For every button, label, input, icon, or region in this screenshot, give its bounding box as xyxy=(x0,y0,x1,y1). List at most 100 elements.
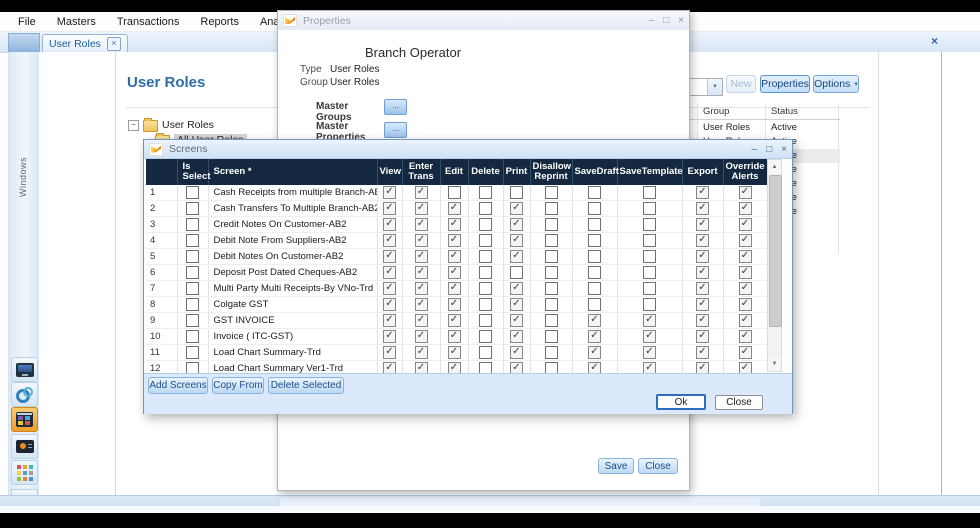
permission-cell[interactable] xyxy=(723,201,767,217)
permission-checkbox[interactable] xyxy=(696,218,709,231)
delete-selected-button[interactable]: Delete Selected xyxy=(268,377,344,394)
column-is-select[interactable]: Is Select xyxy=(177,159,208,185)
permission-checkbox[interactable] xyxy=(479,234,492,247)
permission-checkbox[interactable] xyxy=(696,186,709,199)
is-select-cell[interactable] xyxy=(177,297,208,313)
permission-cell[interactable] xyxy=(440,185,468,201)
permission-cell[interactable] xyxy=(617,217,682,233)
column-savedraft[interactable]: SaveDraft xyxy=(572,159,617,185)
permission-cell[interactable] xyxy=(377,297,402,313)
permission-checkbox[interactable] xyxy=(643,186,656,199)
permission-checkbox[interactable] xyxy=(479,250,492,263)
permission-cell[interactable] xyxy=(440,297,468,313)
is-select-checkbox[interactable] xyxy=(186,202,199,215)
permission-cell[interactable] xyxy=(402,297,440,313)
permission-cell[interactable] xyxy=(530,233,572,249)
permission-cell[interactable] xyxy=(682,329,723,345)
permission-checkbox[interactable] xyxy=(479,314,492,327)
permission-checkbox[interactable] xyxy=(383,346,396,359)
permission-checkbox[interactable] xyxy=(383,202,396,215)
permission-cell[interactable] xyxy=(530,281,572,297)
permission-cell[interactable] xyxy=(682,361,723,374)
permission-checkbox[interactable] xyxy=(448,218,461,231)
minimize-icon[interactable]: – xyxy=(649,15,655,26)
permission-cell[interactable] xyxy=(572,313,617,329)
permission-cell[interactable] xyxy=(723,281,767,297)
permission-cell[interactable] xyxy=(530,185,572,201)
permission-checkbox[interactable] xyxy=(383,250,396,263)
permission-checkbox[interactable] xyxy=(588,186,601,199)
new-button[interactable]: New xyxy=(726,75,756,93)
permission-cell[interactable] xyxy=(468,201,503,217)
permission-cell[interactable] xyxy=(617,297,682,313)
is-select-cell[interactable] xyxy=(177,329,208,345)
permission-cell[interactable] xyxy=(723,249,767,265)
permission-cell[interactable] xyxy=(468,361,503,374)
permission-checkbox[interactable] xyxy=(383,362,396,373)
permission-checkbox[interactable] xyxy=(479,266,492,279)
is-select-cell[interactable] xyxy=(177,217,208,233)
permission-checkbox[interactable] xyxy=(643,282,656,295)
scroll-down-icon[interactable]: ▼ xyxy=(768,357,781,371)
permission-checkbox[interactable] xyxy=(383,266,396,279)
permission-cell[interactable] xyxy=(402,217,440,233)
permission-cell[interactable] xyxy=(617,233,682,249)
minimize-icon[interactable]: – xyxy=(752,144,758,155)
menu-item-transactions[interactable]: Transactions xyxy=(117,16,180,28)
permission-cell[interactable] xyxy=(402,361,440,374)
is-select-checkbox[interactable] xyxy=(186,330,199,343)
master-properties-picker-button[interactable]: ... xyxy=(384,122,407,138)
permission-cell[interactable] xyxy=(377,281,402,297)
permission-cell[interactable] xyxy=(468,329,503,345)
permission-checkbox[interactable] xyxy=(588,330,601,343)
is-select-checkbox[interactable] xyxy=(186,282,199,295)
permission-checkbox[interactable] xyxy=(479,218,492,231)
permission-cell[interactable] xyxy=(468,265,503,281)
close-button[interactable]: Close xyxy=(638,458,678,474)
permission-checkbox[interactable] xyxy=(383,314,396,327)
permission-cell[interactable] xyxy=(468,345,503,361)
permission-checkbox[interactable] xyxy=(510,282,523,295)
permission-checkbox[interactable] xyxy=(448,282,461,295)
permission-checkbox[interactable] xyxy=(448,346,461,359)
permission-checkbox[interactable] xyxy=(448,362,461,373)
permission-checkbox[interactable] xyxy=(643,314,656,327)
permission-cell[interactable] xyxy=(503,233,530,249)
permission-checkbox[interactable] xyxy=(510,362,523,373)
permission-cell[interactable] xyxy=(503,281,530,297)
permission-cell[interactable] xyxy=(503,249,530,265)
permission-cell[interactable] xyxy=(440,281,468,297)
column-screen[interactable]: Screen * xyxy=(208,159,377,185)
permission-checkbox[interactable] xyxy=(545,250,558,263)
permission-cell[interactable] xyxy=(617,361,682,374)
permission-cell[interactable] xyxy=(503,265,530,281)
permission-cell[interactable] xyxy=(572,249,617,265)
permission-checkbox[interactable] xyxy=(448,234,461,247)
permission-cell[interactable] xyxy=(617,313,682,329)
permission-checkbox[interactable] xyxy=(415,330,428,343)
permission-checkbox[interactable] xyxy=(588,218,601,231)
permission-cell[interactable] xyxy=(377,217,402,233)
is-select-checkbox[interactable] xyxy=(186,314,199,327)
permission-cell[interactable] xyxy=(723,345,767,361)
permission-checkbox[interactable] xyxy=(696,298,709,311)
permission-checkbox[interactable] xyxy=(545,362,558,373)
permission-checkbox[interactable] xyxy=(448,202,461,215)
permission-checkbox[interactable] xyxy=(643,250,656,263)
permission-cell[interactable] xyxy=(468,185,503,201)
permission-cell[interactable] xyxy=(440,329,468,345)
table-row[interactable]: 9GST INVOICE xyxy=(146,313,767,329)
column-view[interactable]: View xyxy=(377,159,402,185)
permission-cell[interactable] xyxy=(468,217,503,233)
permission-checkbox[interactable] xyxy=(510,186,523,199)
is-select-cell[interactable] xyxy=(177,361,208,374)
table-row[interactable]: 11Load Chart Summary-Trd xyxy=(146,345,767,361)
permission-cell[interactable] xyxy=(723,297,767,313)
copy-from-button[interactable]: Copy From xyxy=(212,377,264,394)
permission-checkbox[interactable] xyxy=(383,234,396,247)
permission-cell[interactable] xyxy=(572,345,617,361)
permission-cell[interactable] xyxy=(682,233,723,249)
permission-cell[interactable] xyxy=(440,249,468,265)
permission-checkbox[interactable] xyxy=(415,314,428,327)
permission-checkbox[interactable] xyxy=(545,346,558,359)
